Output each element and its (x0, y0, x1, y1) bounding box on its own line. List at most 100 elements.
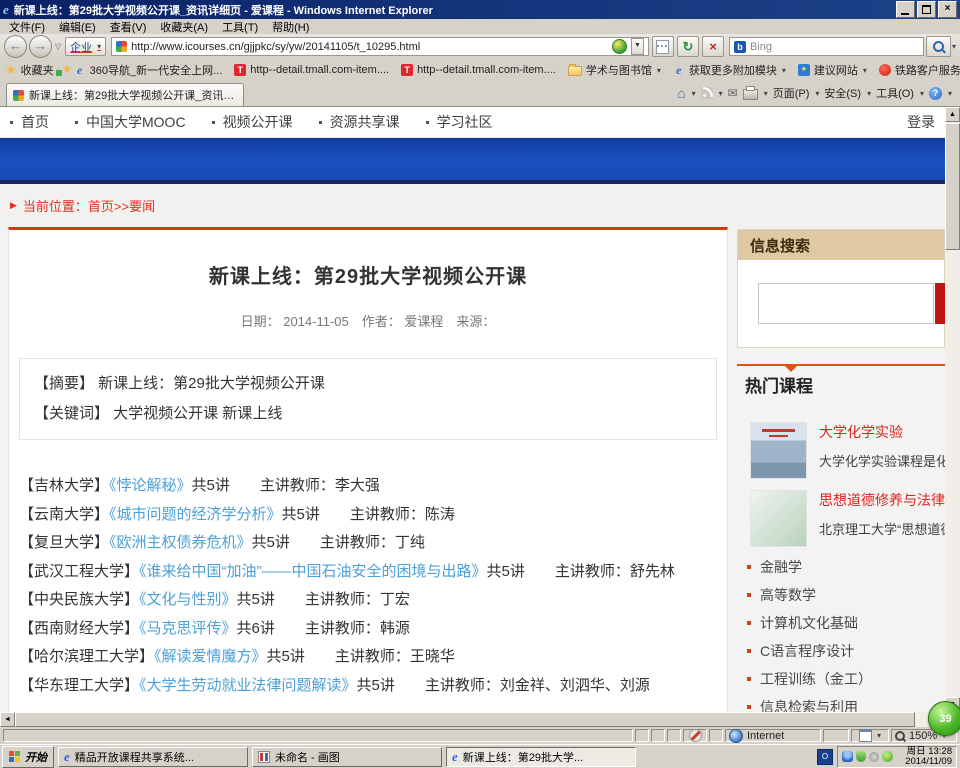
featured-course[interactable]: 思想道德修养与法律基 北京理工大学“思想道德 (737, 490, 945, 547)
history-caret-icon[interactable]: ▽ (55, 42, 61, 51)
dropdown-caret-icon[interactable] (867, 89, 871, 98)
start-label: 开始 (25, 749, 47, 765)
menu-tools[interactable]: 工具(T) (215, 18, 265, 36)
minimize-button[interactable] (896, 1, 915, 18)
bookmark-label: 铁路客户服务中心 (895, 62, 960, 78)
course-link[interactable]: 《文化与性别》 (139, 591, 237, 608)
page-menu-button[interactable]: 页面(P) (773, 85, 810, 101)
mail-icon[interactable] (728, 86, 738, 100)
course-link[interactable]: 《谁来给中国“加油”——中国石油安全的困境与出路》 (139, 563, 487, 580)
bookmark-folder-library[interactable]: 学术与图书馆 (562, 60, 667, 80)
status-bar: Internet 150% (0, 727, 960, 744)
tray-shield-icon[interactable] (856, 751, 866, 762)
course-link[interactable]: 《马克思评传》 (139, 620, 237, 637)
dropdown-caret-icon[interactable] (815, 89, 819, 98)
tools-menu-button[interactable]: 工具(O) (876, 85, 914, 101)
security-menu-button[interactable]: 安全(S) (824, 85, 861, 101)
menu-view[interactable]: 查看(V) (103, 18, 154, 36)
bookmark-tmall-2[interactable]: http--detail.tmall.com-item.... (395, 62, 562, 78)
nav-item-shared-resources[interactable]: 资源共享课 (319, 112, 400, 132)
course-thumbnail[interactable] (750, 490, 807, 547)
url-text[interactable]: http://www.icourses.cn/gjjpkc/sy/yw/2014… (131, 41, 608, 53)
course-link[interactable]: 《解读爱情魔方》 (154, 648, 267, 665)
login-link[interactable]: 登录 (907, 112, 935, 132)
nav-item-mooc[interactable]: 中国大学MOOC (75, 112, 186, 132)
compatibility-view-button[interactable] (652, 36, 674, 57)
list-item[interactable]: C语言程序设计 (737, 637, 945, 665)
search-go-button[interactable] (926, 36, 951, 57)
stop-button[interactable]: × (702, 36, 724, 57)
course-link[interactable]: 《悖论解秘》 (109, 477, 192, 494)
url-dropdown-button[interactable]: ▼ (631, 38, 644, 55)
menu-edit[interactable]: 编辑(E) (52, 18, 103, 36)
vertical-scroll-thumb[interactable] (945, 123, 960, 250)
rss-icon[interactable] (701, 87, 713, 99)
start-button[interactable]: 开始 (2, 746, 54, 768)
nav-item-home[interactable]: 首页 (10, 112, 49, 132)
horizontal-scrollbar[interactable]: ◄ ► (0, 712, 945, 727)
sidebar-search-input[interactable] (758, 283, 934, 324)
menu-file[interactable]: 文件(F) (2, 18, 52, 36)
tray-360-icon[interactable] (882, 751, 893, 762)
course-link[interactable]: 《城市问题的经济学分析》 (109, 506, 282, 523)
forward-button[interactable]: → (29, 35, 52, 58)
bookmark-label: 获取更多附加模块 (689, 62, 777, 78)
back-button[interactable]: ← (4, 35, 27, 58)
bookmark-addons[interactable]: 获取更多附加模块 (667, 60, 792, 80)
course-link[interactable]: 《欧洲主权债券危机》 (109, 534, 252, 551)
menu-help[interactable]: 帮助(H) (265, 18, 316, 36)
printer-icon[interactable] (743, 89, 758, 100)
dropdown-caret-icon[interactable] (692, 89, 696, 98)
dropdown-caret-icon[interactable] (948, 89, 952, 98)
bookmark-railway[interactable]: 铁路客户服务中心 (873, 60, 960, 80)
tmall-favicon-icon (401, 64, 413, 76)
featured-course-link[interactable]: 大学化学实验 (819, 422, 945, 442)
task-button-paint[interactable]: 未命名 - 画图 (252, 747, 442, 767)
featured-course[interactable]: 大学化学实验 大学化学实验课程是化 (737, 422, 945, 479)
help-icon[interactable] (929, 87, 942, 100)
favorites-label[interactable]: 收藏夹 (21, 62, 54, 78)
list-item[interactable]: 计算机文化基础 (737, 609, 945, 637)
favorites-star-icon[interactable]: ★ (5, 62, 17, 78)
bookmark-suggested-sites[interactable]: 建议网站 (792, 60, 873, 80)
featured-course-link[interactable]: 思想道德修养与法律基 (819, 490, 945, 510)
nav-item-community[interactable]: 学习社区 (426, 112, 493, 132)
search-options-caret-icon[interactable] (952, 42, 956, 51)
vertical-scrollbar[interactable]: ▲ ▼ (945, 107, 960, 712)
nav-item-video-courses[interactable]: 视频公开课 (212, 112, 293, 132)
refresh-button[interactable]: ↻ (677, 36, 699, 57)
course-thumbnail[interactable] (750, 422, 807, 479)
menu-favorites[interactable]: 收藏夹(A) (153, 18, 215, 36)
quick-launch-icon[interactable] (817, 749, 833, 765)
addon-circle-icon[interactable] (612, 39, 627, 54)
scroll-left-arrow[interactable]: ◄ (0, 712, 15, 727)
breadcrumb-text[interactable]: 当前位置：首页>>要闻 (23, 196, 155, 215)
course-link[interactable]: 《大学生劳动就业法律问题解读》 (139, 677, 357, 694)
tray-clock[interactable]: 周日 13:28 2014/11/09 (896, 747, 952, 767)
list-item[interactable]: 工程训练（金工） (737, 665, 945, 693)
status-view-pane[interactable] (851, 729, 889, 742)
home-icon[interactable] (677, 87, 685, 99)
tray-volume-icon[interactable] (869, 752, 879, 762)
restore-button[interactable] (917, 1, 936, 18)
scroll-up-arrow[interactable]: ▲ (945, 107, 960, 122)
tab-current[interactable]: 新课上线：第29批大学视频公开课_资讯详细页 - ... (6, 83, 244, 106)
dropdown-caret-icon[interactable] (764, 89, 768, 98)
search-box[interactable]: Bing (729, 37, 924, 56)
list-item[interactable]: 金融学 (737, 553, 945, 581)
bookmark-360nav[interactable]: 360导航_新一代安全上网... (68, 60, 229, 80)
close-button[interactable]: × (938, 1, 957, 18)
speed-ball-badge[interactable]: 39 (928, 701, 960, 736)
search-engine-label[interactable]: Bing (750, 41, 919, 53)
url-field[interactable]: http://www.icourses.cn/gjjpkc/sy/yw/2014… (111, 37, 649, 56)
list-item[interactable]: 高等数学 (737, 581, 945, 609)
bookmark-tmall-1[interactable]: http--detail.tmall.com-item.... (228, 62, 395, 78)
task-button-courses-system[interactable]: 精品开放课程共享系统... (58, 747, 248, 767)
task-button-current-page[interactable]: 新课上线：第29批大学... (446, 747, 636, 767)
dropdown-caret-icon[interactable] (719, 89, 723, 98)
breadcrumb: 当前位置：首页>>要闻 (0, 184, 945, 227)
tray-user-icon[interactable] (842, 751, 853, 762)
horizontal-scroll-thumb[interactable] (15, 712, 915, 727)
dropdown-caret-icon[interactable] (920, 89, 924, 98)
zone-mode-button[interactable]: 企业 (65, 37, 106, 56)
